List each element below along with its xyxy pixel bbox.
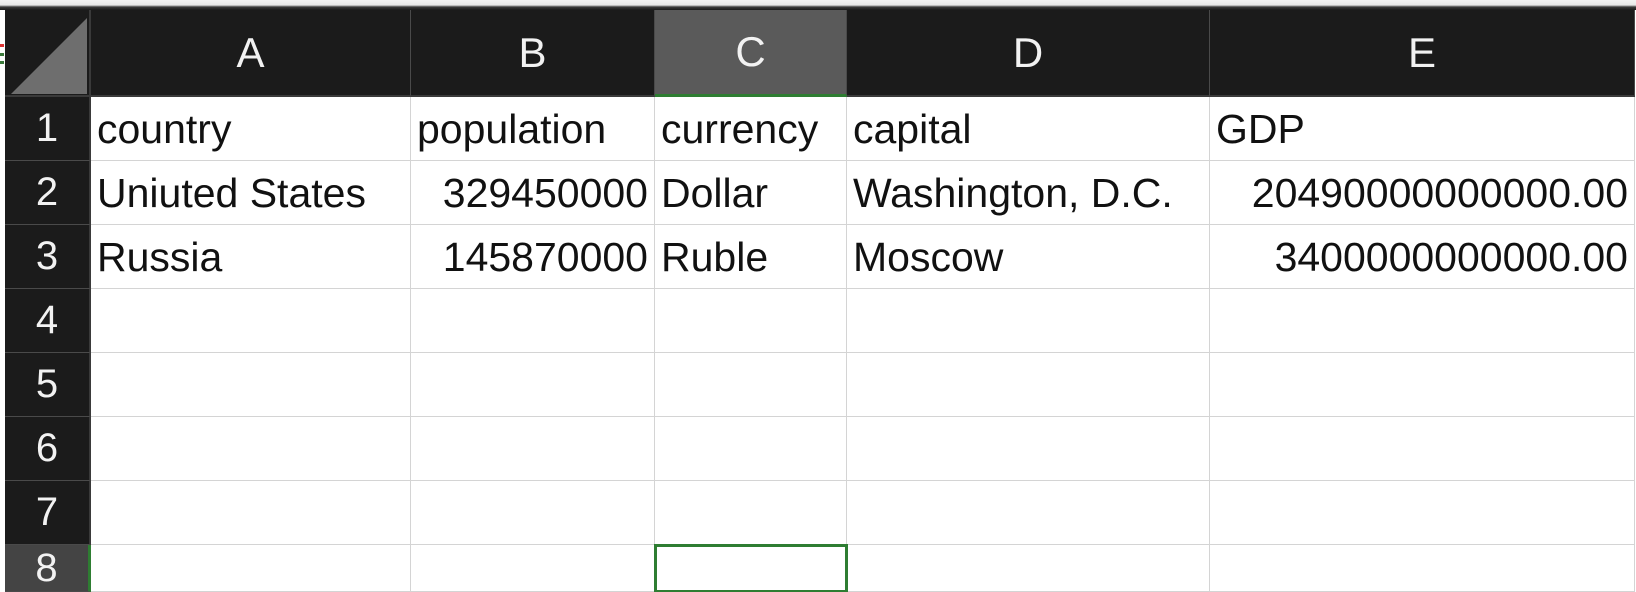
cell-c2[interactable]: Dollar	[655, 161, 847, 225]
column-header-c[interactable]: C	[655, 10, 847, 97]
cell-c4[interactable]	[655, 289, 847, 353]
row-header-3[interactable]: 3	[5, 225, 91, 289]
cell-e6[interactable]	[1210, 417, 1635, 481]
row-header-2[interactable]: 2	[5, 161, 91, 225]
spreadsheet-grid: A B C D E 1 country population currency …	[5, 10, 1635, 592]
cell-e8[interactable]	[1210, 545, 1635, 592]
cell-c1[interactable]: currency	[655, 97, 847, 161]
column-header-b[interactable]: B	[411, 10, 655, 97]
cell-b5[interactable]	[411, 353, 655, 417]
cell-b2[interactable]: 329450000	[411, 161, 655, 225]
cell-c7[interactable]	[655, 481, 847, 545]
row-header-8[interactable]: 8	[5, 545, 91, 592]
cell-c5[interactable]	[655, 353, 847, 417]
row-header-7[interactable]: 7	[5, 481, 91, 545]
cell-e5[interactable]	[1210, 353, 1635, 417]
cell-d1[interactable]: capital	[847, 97, 1210, 161]
cell-a1[interactable]: country	[91, 97, 411, 161]
row-header-6[interactable]: 6	[5, 417, 91, 481]
cell-a2[interactable]: Uniuted States	[91, 161, 411, 225]
cell-c8-active[interactable]	[654, 544, 848, 592]
row-header-4[interactable]: 4	[5, 289, 91, 353]
cell-d2[interactable]: Washington, D.C.	[847, 161, 1210, 225]
cell-b1[interactable]: population	[411, 97, 655, 161]
column-header-a[interactable]: A	[91, 10, 411, 97]
side-marks	[0, 44, 4, 72]
cell-a8[interactable]	[91, 545, 411, 592]
cell-a4[interactable]	[91, 289, 411, 353]
cell-b3[interactable]: 145870000	[411, 225, 655, 289]
cell-d8[interactable]	[847, 545, 1210, 592]
cell-e1[interactable]: GDP	[1210, 97, 1635, 161]
cell-d7[interactable]	[847, 481, 1210, 545]
cell-b7[interactable]	[411, 481, 655, 545]
cell-b8[interactable]	[411, 545, 655, 592]
cell-d5[interactable]	[847, 353, 1210, 417]
cell-e3[interactable]: 3400000000000.00	[1210, 225, 1635, 289]
row-header-5[interactable]: 5	[5, 353, 91, 417]
cell-b4[interactable]	[411, 289, 655, 353]
row-header-1[interactable]: 1	[5, 97, 91, 161]
cell-d4[interactable]	[847, 289, 1210, 353]
cell-d6[interactable]	[847, 417, 1210, 481]
cell-d3[interactable]: Moscow	[847, 225, 1210, 289]
cell-c6[interactable]	[655, 417, 847, 481]
cell-e7[interactable]	[1210, 481, 1635, 545]
cell-a3[interactable]: Russia	[91, 225, 411, 289]
cell-e2[interactable]: 20490000000000.00	[1210, 161, 1635, 225]
column-header-d[interactable]: D	[847, 10, 1210, 97]
cell-b6[interactable]	[411, 417, 655, 481]
cell-a5[interactable]	[91, 353, 411, 417]
cell-c3[interactable]: Ruble	[655, 225, 847, 289]
select-all-corner[interactable]	[5, 10, 91, 97]
cell-a6[interactable]	[91, 417, 411, 481]
cell-e4[interactable]	[1210, 289, 1635, 353]
column-header-e[interactable]: E	[1210, 10, 1635, 97]
window-top-edge	[0, 0, 1636, 10]
select-all-icon	[11, 18, 87, 94]
cell-a7[interactable]	[91, 481, 411, 545]
